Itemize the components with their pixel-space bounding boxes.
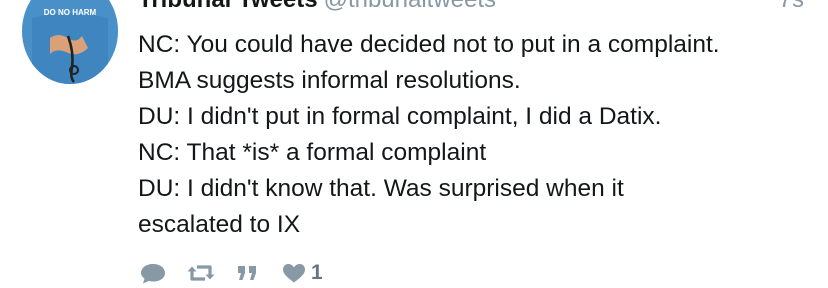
reply-icon: [141, 264, 165, 284]
tweet-header: Tribunal Tweets @tribunaltweets 7s: [138, 0, 812, 16]
retweet-icon: [187, 265, 215, 281]
heart-icon: [283, 264, 305, 283]
like-button[interactable]: 1: [280, 261, 323, 285]
tweet-text: NC: You could have decided not to put in…: [138, 27, 818, 243]
avatar[interactable]: DO NO HARM: [22, 0, 118, 84]
tweet-line: BMA suggests informal resolutions.: [138, 67, 521, 94]
tweet-line: DU: I didn't put in formal complaint, I …: [138, 103, 662, 130]
reply-button[interactable]: [138, 261, 168, 285]
quote-button[interactable]: [234, 261, 262, 285]
tweet-line: escalated to IX: [138, 211, 301, 238]
like-count: 1: [311, 261, 323, 284]
avatar-image: DO NO HARM: [22, 0, 118, 84]
timestamp[interactable]: 7s: [779, 0, 804, 14]
display-name[interactable]: Tribunal Tweets: [138, 0, 318, 13]
tweet-line: NC: That *is* a formal complaint: [138, 139, 487, 166]
user-handle[interactable]: @tribunaltweets: [324, 0, 496, 13]
avatar-shirt-text: DO NO HARM: [44, 8, 97, 17]
tweet-line: NC: You could have decided not to put in…: [138, 31, 720, 58]
tweet-line: DU: I didn't know that. Was surprised wh…: [138, 175, 624, 202]
retweet-button[interactable]: [186, 261, 216, 285]
tweet: DO NO HARM Tribunal Tweets @tribunaltweet…: [0, 0, 828, 284]
quote-icon: [238, 266, 256, 280]
